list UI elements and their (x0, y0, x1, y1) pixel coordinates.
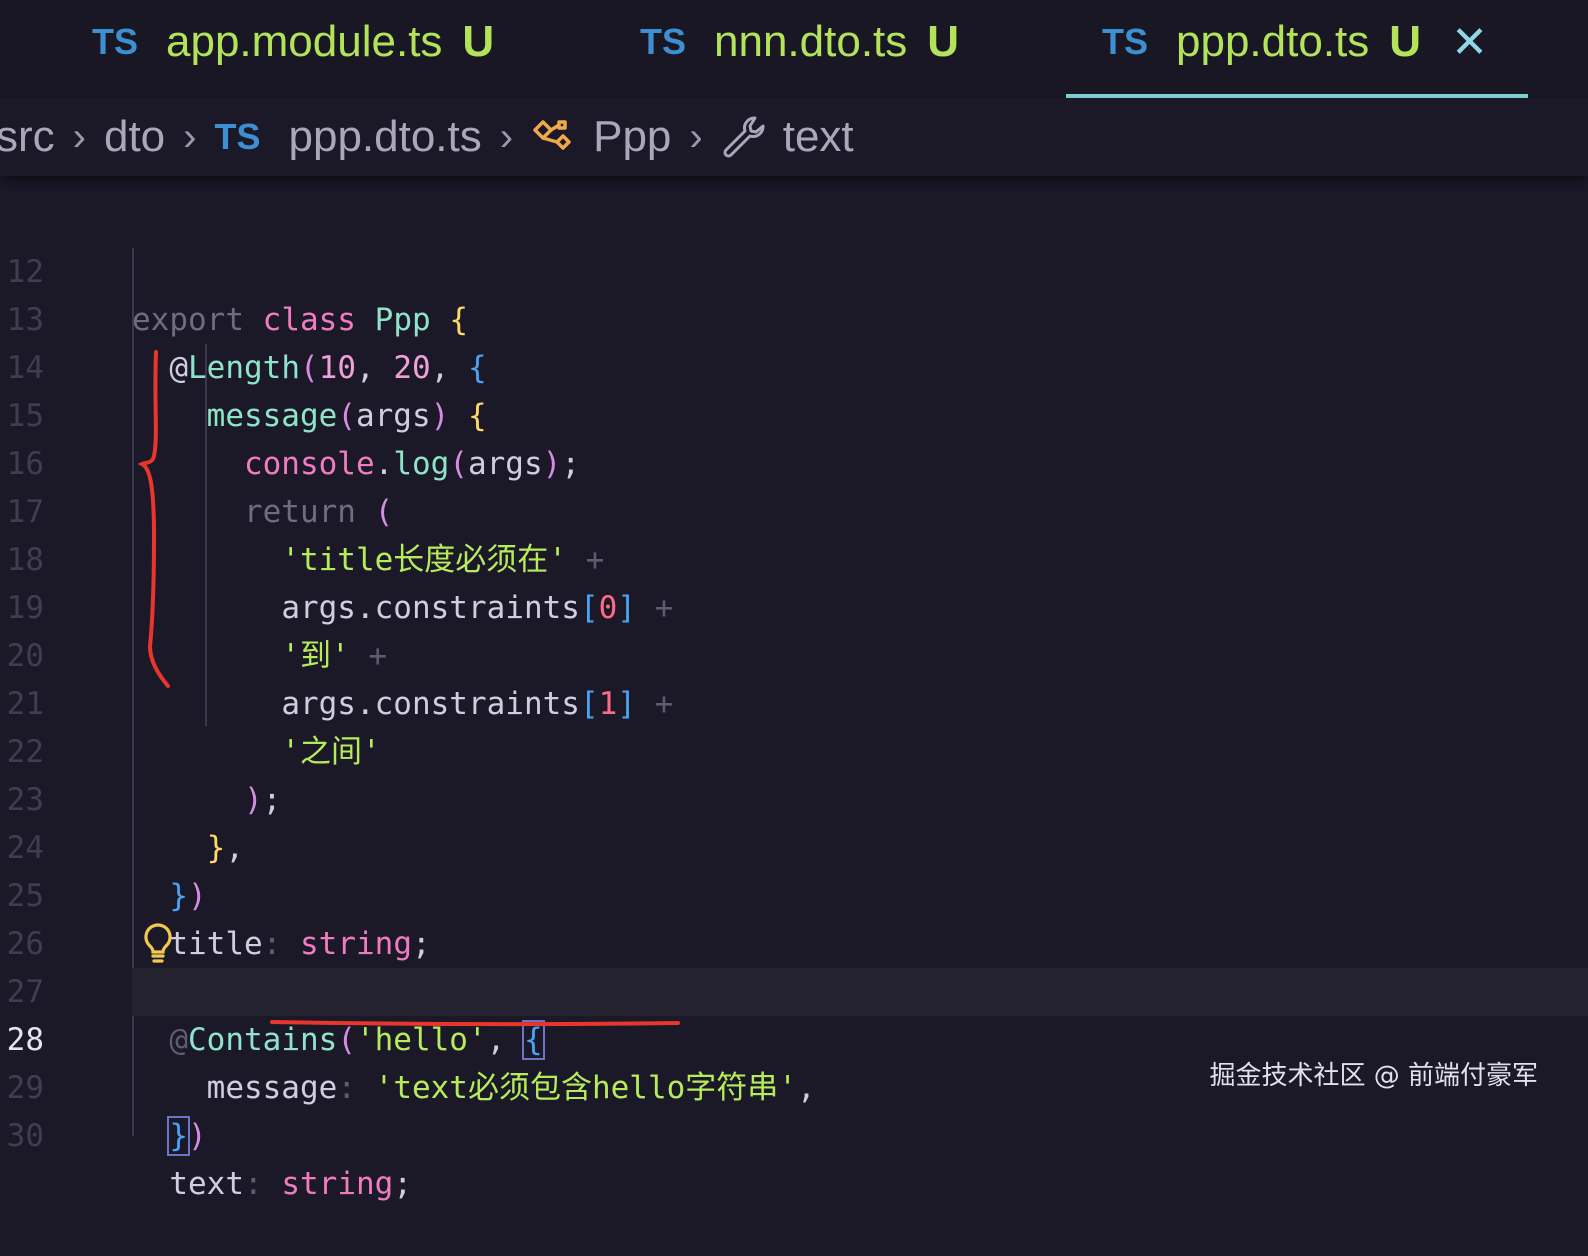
tab-label: nnn.dto.ts (714, 17, 908, 66)
breadcrumb-item-property[interactable]: text (783, 112, 854, 162)
chevron-right-icon: › (72, 114, 86, 159)
tab-status-badge: U (1389, 17, 1422, 66)
breadcrumb-item-src[interactable]: src (0, 112, 55, 162)
code-line[interactable]: 25 title: string; (0, 824, 1588, 962)
code-line[interactable]: 26 (0, 872, 1588, 962)
matching-bracket: } (167, 1116, 190, 1156)
chevron-right-icon: › (689, 114, 703, 159)
code-line[interactable]: 20 args.constraints[1] + (0, 584, 1588, 722)
tab-status-badge: U (927, 17, 960, 66)
tab-label: app.module.ts (166, 17, 443, 66)
code-line[interactable]: 13 @Length(10, 20, { (0, 248, 1588, 386)
code-line[interactable]: 23 }, (0, 728, 1588, 866)
typescript-icon: TS (92, 21, 139, 62)
tab-nnn-dto[interactable]: TS nnn.dto.ts U (640, 0, 959, 84)
code-line[interactable]: 18 args.constraints[0] + (0, 488, 1588, 626)
code-line[interactable]: 27 @Contains('hello', { (0, 920, 1588, 1060)
code-line[interactable]: 12 export class Ppp { (0, 200, 1588, 338)
breadcrumb-item-dto[interactable]: dto (104, 112, 165, 162)
code-text: }) (167, 1116, 207, 1156)
annotation-bracket (137, 350, 170, 688)
code-line[interactable]: 19 '到' + (0, 536, 1588, 674)
code-line[interactable]: 16 return ( (0, 392, 1588, 530)
code-line[interactable]: 15 console.log(args); (0, 344, 1588, 482)
typescript-icon: TS (1102, 21, 1149, 62)
code-editor[interactable]: 12 export class Ppp { 13 @Length(10, 20,… (0, 176, 1588, 1202)
code-line[interactable]: 14 message(args) { (0, 296, 1588, 434)
breadcrumb: src › dto › TS ppp.dto.ts › Ppp › text (0, 98, 1588, 176)
typescript-icon: TS (214, 116, 261, 157)
code-line[interactable]: 22 ); (0, 680, 1588, 818)
code-line[interactable]: 17 'title长度必须在' + (0, 440, 1588, 578)
line-number: 30 (6, 1118, 44, 1154)
tab-ppp-dto[interactable]: TS ppp.dto.ts U ✕ (1102, 0, 1488, 84)
annotation-underline (270, 1020, 680, 1027)
close-icon[interactable]: ✕ (1451, 17, 1488, 68)
chevron-right-icon: › (499, 114, 514, 159)
code-line[interactable]: 24 }) (0, 776, 1588, 914)
tab-app-module[interactable]: TS app.module.ts U (92, 0, 494, 84)
tab-bar: TS app.module.ts U TS nnn.dto.ts U TS pp… (0, 0, 1588, 98)
typescript-icon: TS (640, 21, 687, 62)
breadcrumb-item-file[interactable]: ppp.dto.ts (289, 112, 482, 162)
code-text: text: string; (169, 1166, 412, 1202)
lightbulb-icon[interactable] (142, 922, 174, 966)
wrench-icon (721, 114, 767, 160)
code-line[interactable]: 21 '之间' (0, 632, 1588, 770)
tab-status-badge: U (462, 17, 495, 66)
code-line-current[interactable]: 28 message: 'text必须包含hello字符串', (7, 968, 1588, 1106)
class-icon (531, 116, 577, 158)
chevron-right-icon: › (183, 114, 197, 159)
tab-label: ppp.dto.ts (1176, 17, 1370, 66)
watermark: 掘金技术社区 @ 前端付豪军 (1209, 1061, 1538, 1091)
breadcrumb-item-class[interactable]: Ppp (593, 112, 671, 162)
line-number: 27 (6, 974, 44, 1010)
